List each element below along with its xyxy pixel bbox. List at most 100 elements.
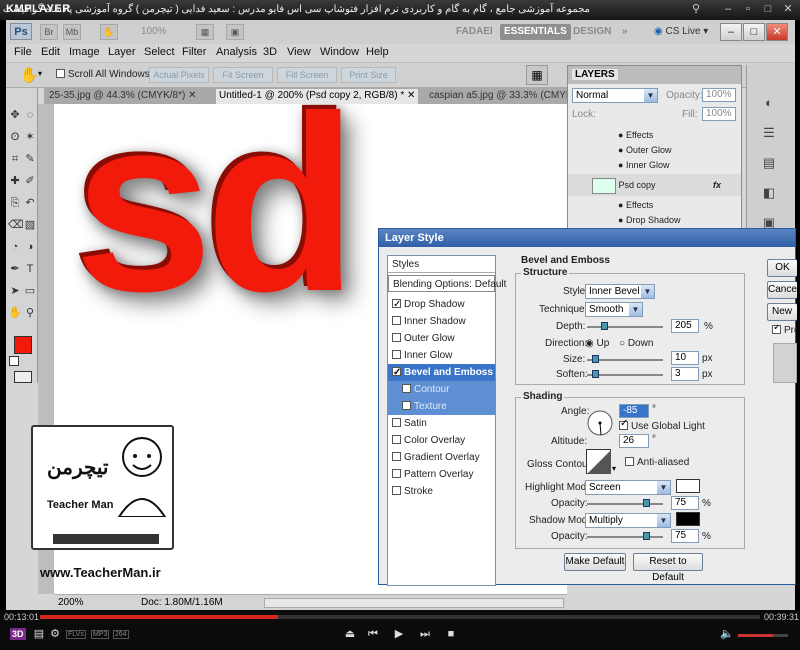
menu-window[interactable]: Window xyxy=(320,46,359,58)
type-icon[interactable]: T xyxy=(23,262,37,276)
angle-field[interactable]: -85 xyxy=(619,404,649,418)
3d-badge[interactable]: 3D xyxy=(10,628,26,640)
zoom-level[interactable]: 100% xyxy=(141,26,167,37)
panel-toggle-icon[interactable]: ▦ xyxy=(526,65,548,85)
checkbox-box[interactable] xyxy=(402,401,411,410)
eject-icon[interactable]: ⏏ xyxy=(343,627,357,641)
workspace-design[interactable]: DESIGN xyxy=(569,24,615,40)
use-global-light-checkbox[interactable]: Use Global Light xyxy=(619,418,705,432)
status-zoom[interactable]: 200% xyxy=(58,597,84,608)
style-item-pattern-overlay[interactable]: Pattern Overlay xyxy=(388,466,495,483)
checkbox-checked-icon[interactable] xyxy=(392,364,401,381)
menu-image[interactable]: Image xyxy=(69,46,100,58)
hand-tool-icon[interactable]: ✋ xyxy=(20,66,39,84)
menu-edit[interactable]: Edit xyxy=(41,46,60,58)
altitude-field[interactable]: 26 xyxy=(619,434,649,448)
foreground-color-swatch[interactable] xyxy=(14,336,32,354)
adjustments-icon[interactable]: ◧ xyxy=(759,185,779,203)
blur-icon[interactable]: ◔ xyxy=(8,240,22,254)
tab-25-35[interactable]: 25-35.jpg @ 44.3% (CMYK/8*) ✕ xyxy=(46,89,200,104)
checkbox-box[interactable] xyxy=(392,486,401,495)
soften-slider-knob[interactable] xyxy=(592,370,599,378)
style-item-drop-shadow[interactable]: Drop Shadow xyxy=(388,296,495,313)
background-color-swatch[interactable] xyxy=(9,356,19,366)
style-item-bevel-and-emboss[interactable]: Bevel and Emboss xyxy=(388,364,495,381)
checkbox-box[interactable] xyxy=(392,350,401,359)
fx-icon[interactable]: fx xyxy=(713,174,721,196)
paths-icon[interactable]: ☰ xyxy=(759,125,779,143)
quick-mask-icon[interactable] xyxy=(14,371,32,383)
layer-fill-field[interactable]: 100% xyxy=(702,107,736,121)
menu-filter[interactable]: Filter xyxy=(182,46,206,58)
channels-icon[interactable]: ◐ xyxy=(759,95,779,113)
path-select-icon[interactable]: ➤ xyxy=(8,284,22,298)
eye-icon[interactable]: ● xyxy=(618,200,623,210)
shape-icon[interactable]: ▭ xyxy=(23,284,37,298)
close-icon[interactable]: ✕ xyxy=(780,2,796,17)
maximize-button[interactable]: □ xyxy=(743,23,765,41)
shadow-mode-select[interactable]: Multiply ▼ xyxy=(585,513,671,528)
arrange-icon[interactable]: ▦ xyxy=(196,24,214,40)
cs-live-menu[interactable]: ◉ CS Live ▾ xyxy=(654,24,708,40)
hand-icon[interactable]: ✋ xyxy=(8,306,22,320)
reset-to-default-button[interactable]: Reset to Default xyxy=(633,553,703,583)
checkbox-box[interactable] xyxy=(392,452,401,461)
style-item-inner-glow[interactable]: Inner Glow xyxy=(388,347,495,364)
highlight-opacity-knob[interactable] xyxy=(643,499,650,507)
checkbox-box[interactable] xyxy=(392,316,401,325)
eye-icon[interactable]: ● xyxy=(618,160,623,170)
minimize-button[interactable]: – xyxy=(720,23,742,41)
anti-aliased-checkbox[interactable]: Anti-aliased xyxy=(625,457,689,468)
history-brush-icon[interactable]: ↶ xyxy=(23,196,37,210)
style-item-texture[interactable]: Texture xyxy=(388,398,495,415)
menu-view[interactable]: View xyxy=(287,46,311,58)
dialog-title[interactable]: Layer Style xyxy=(379,229,795,247)
tab-close-icon[interactable]: ✕ xyxy=(407,90,415,101)
menu-analysis[interactable]: Analysis xyxy=(216,46,257,58)
depth-slider[interactable] xyxy=(587,326,663,328)
minimize-icon[interactable]: – xyxy=(720,2,736,17)
make-default-button[interactable]: Make Default xyxy=(564,553,626,571)
bevel-style-select[interactable]: Inner Bevel ▼ xyxy=(585,284,655,299)
hand-small-icon[interactable]: ✋ xyxy=(100,24,118,40)
fit-screen-button[interactable]: Fit Screen xyxy=(213,67,273,83)
shadow-opacity-field[interactable]: 75 xyxy=(671,529,699,543)
direction-down-radio[interactable]: ○ Down xyxy=(619,338,653,349)
playlist-icon[interactable]: ▤ xyxy=(32,627,46,641)
gloss-contour-picker[interactable]: ▾ xyxy=(586,449,618,475)
stop-icon[interactable]: ■ xyxy=(444,627,458,641)
layers-tab[interactable]: LAYERS xyxy=(572,69,618,80)
style-item-contour[interactable]: Contour xyxy=(388,381,495,398)
style-item-gradient-overlay[interactable]: Gradient Overlay xyxy=(388,449,495,466)
size-field[interactable]: 10 xyxy=(671,351,699,365)
tab-untitled-1[interactable]: Untitled-1 @ 200% (Psd copy 2, RGB/8) * … xyxy=(216,89,419,104)
menu-help[interactable]: Help xyxy=(366,46,389,58)
angle-dial-icon[interactable] xyxy=(586,409,614,437)
depth-field[interactable]: 205 xyxy=(671,319,699,333)
style-item-outer-glow[interactable]: Outer Glow xyxy=(388,330,495,347)
size-slider-knob[interactable] xyxy=(592,355,599,363)
direction-up-radio[interactable]: ◉ Up xyxy=(585,338,609,349)
horizontal-scrollbar[interactable] xyxy=(264,598,564,608)
menu-select[interactable]: Select xyxy=(144,46,175,58)
preview-checkbox[interactable]: Preview xyxy=(772,325,797,336)
layer-effect-drop-shadow[interactable]: ● Drop Shadow xyxy=(568,213,741,228)
tool-preset-dropdown-icon[interactable]: ▾ xyxy=(38,69,42,78)
lasso-icon[interactable]: ʘ xyxy=(8,130,22,144)
crop-icon[interactable]: ⌗ xyxy=(8,152,22,166)
workspace-fadaei[interactable]: FADAEI xyxy=(452,24,497,40)
pin-icon[interactable]: ⚲ xyxy=(688,2,704,17)
layer-psd-copy[interactable]: Psd copy fx xyxy=(568,174,741,196)
zoom-icon[interactable]: ⚲ xyxy=(23,306,37,320)
eye-icon[interactable]: ● xyxy=(618,130,623,140)
marquee-icon[interactable]: ◌ xyxy=(23,108,37,122)
style-item-satin[interactable]: Satin xyxy=(388,415,495,432)
brush-icon[interactable]: ✐ xyxy=(23,174,37,188)
highlight-color-swatch[interactable] xyxy=(676,479,700,493)
layer-effects-row[interactable]: ● Effects xyxy=(568,128,741,143)
bridge-icon[interactable]: Br xyxy=(40,24,58,40)
shadow-color-swatch[interactable] xyxy=(676,512,700,526)
highlight-opacity-field[interactable]: 75 xyxy=(671,496,699,510)
cancel-button[interactable]: Cancel xyxy=(767,281,797,299)
healing-icon[interactable]: ✚ xyxy=(8,174,22,188)
